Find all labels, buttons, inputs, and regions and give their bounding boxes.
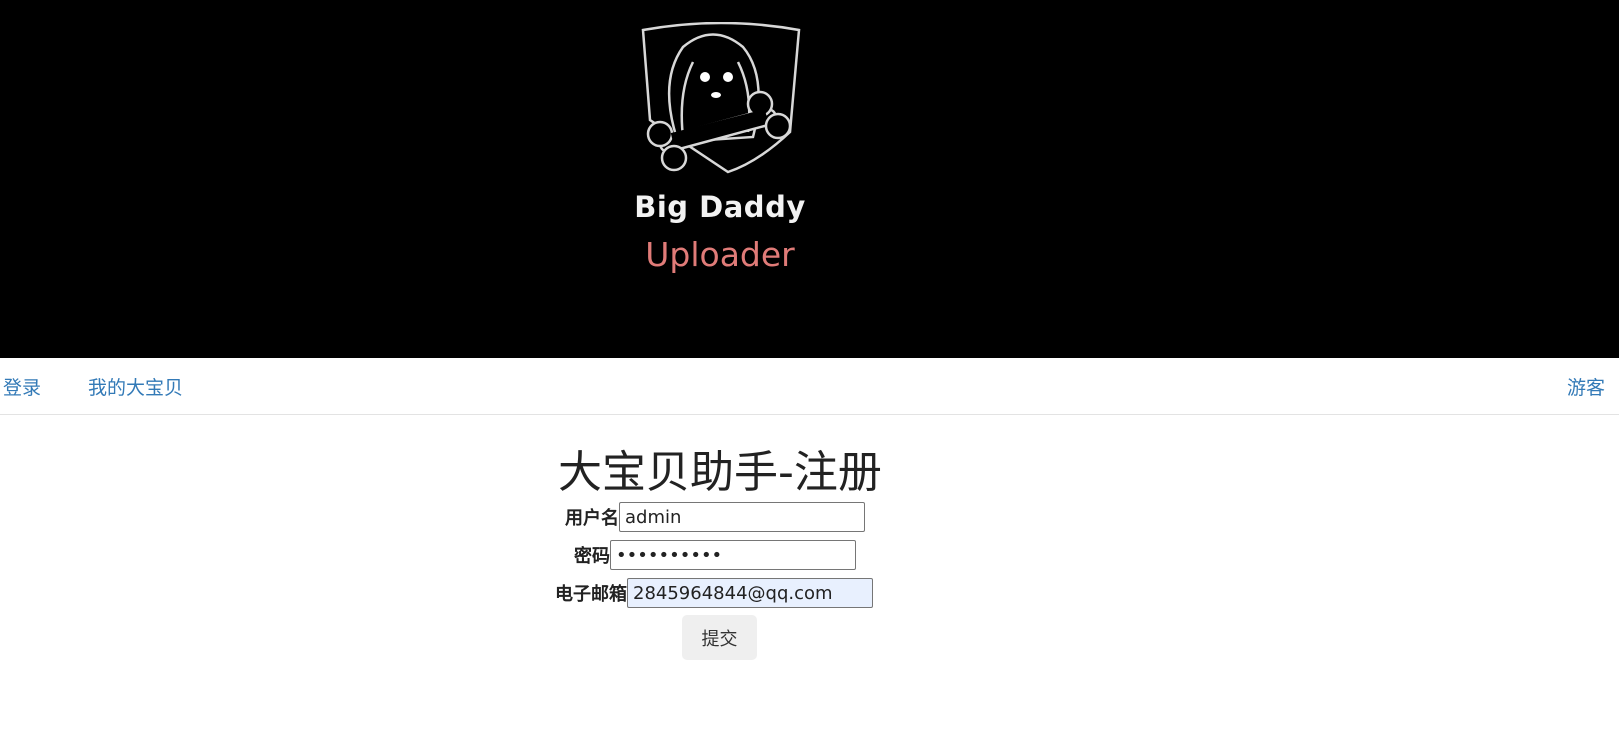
password-input[interactable] — [610, 540, 856, 570]
header-banner: Big Daddy Uploader — [0, 0, 1619, 358]
email-input[interactable] — [627, 578, 873, 608]
password-label: 密码 — [574, 546, 610, 567]
navbar: 登录 我的大宝贝 游客 — [0, 358, 1619, 415]
page-title: 大宝贝助手-注册 — [558, 447, 882, 498]
username-row: 用户名 — [565, 500, 865, 534]
nav-guest-link[interactable]: 游客 — [1567, 373, 1605, 400]
password-row: 密码 — [574, 538, 856, 572]
submit-button[interactable]: 提交 — [682, 615, 757, 660]
logo-subtitle: Uploader — [645, 235, 795, 274]
username-input[interactable] — [619, 502, 865, 532]
username-label: 用户名 — [565, 508, 619, 529]
logo-title: Big Daddy — [634, 190, 806, 224]
dog-with-bone-shield-icon — [641, 22, 801, 174]
nav-my-baby-link[interactable]: 我的大宝贝 — [88, 373, 183, 400]
nav-login-link[interactable]: 登录 — [3, 373, 41, 400]
email-label: 电子邮箱 — [555, 584, 627, 605]
email-row: 电子邮箱 — [555, 576, 873, 610]
